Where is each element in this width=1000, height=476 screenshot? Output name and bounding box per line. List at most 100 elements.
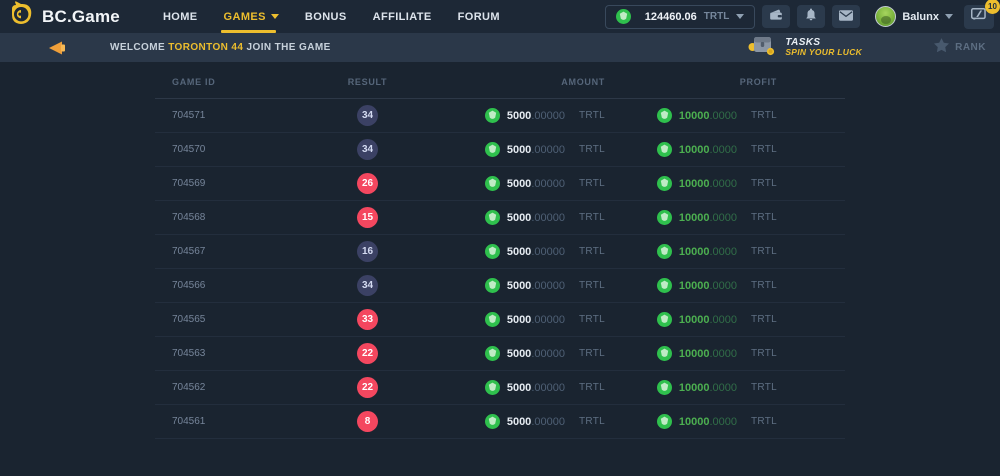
table-row[interactable]: 704568 15 5000.00000 TRTL 10000.0000 TRT…	[155, 201, 845, 235]
result-cell: 34	[310, 105, 425, 126]
profit-cell: 10000.0000 TRTL	[620, 210, 845, 225]
table-row[interactable]: 704570 34 5000.00000 TRTL 10000.0000 TRT…	[155, 133, 845, 167]
trtl-coin-icon	[657, 278, 672, 293]
amount-cell: 5000.00000 TRTL	[425, 244, 620, 259]
profit-currency: TRTL	[751, 382, 777, 393]
profit-decimals: .0000	[709, 280, 737, 292]
result-cell: 34	[310, 275, 425, 296]
profit-currency: TRTL	[751, 416, 777, 427]
amount-integer: 5000	[507, 416, 531, 428]
profit-cell: 10000.0000 TRTL	[620, 142, 845, 157]
amount-decimals: .00000	[531, 416, 565, 428]
profit-integer: 10000	[679, 348, 710, 360]
nav-games[interactable]: GAMES	[211, 0, 292, 33]
table-row[interactable]: 704562 22 5000.00000 TRTL 10000.0000 TRT…	[155, 371, 845, 405]
avatar	[875, 6, 896, 27]
messages-button[interactable]	[832, 5, 860, 28]
trtl-coin-icon	[657, 142, 672, 157]
amount-decimals: .00000	[531, 212, 565, 224]
trtl-coin-icon	[485, 108, 500, 123]
nav-bonus-label: BONUS	[305, 11, 347, 23]
megaphone-icon	[48, 41, 66, 55]
result-badge: 26	[357, 173, 378, 194]
amount-cell: 5000.00000 TRTL	[425, 414, 620, 429]
table-row[interactable]: 704567 16 5000.00000 TRTL 10000.0000 TRT…	[155, 235, 845, 269]
profit-currency: TRTL	[751, 246, 777, 257]
table-row[interactable]: 704571 34 5000.00000 TRTL 10000.0000 TRT…	[155, 99, 845, 133]
trtl-coin-icon	[657, 210, 672, 225]
rank-label: RANK	[955, 42, 986, 53]
chat-button[interactable]: 10	[964, 5, 994, 29]
trtl-coin-icon	[485, 142, 500, 157]
amount-cell: 5000.00000 TRTL	[425, 380, 620, 395]
profit-cell: 10000.0000 TRTL	[620, 244, 845, 259]
result-cell: 22	[310, 377, 425, 398]
trtl-coin-icon	[485, 210, 500, 225]
rank-link[interactable]: RANK	[934, 38, 986, 57]
game-id: 704568	[155, 212, 310, 223]
nav-bonus[interactable]: BONUS	[292, 0, 360, 33]
result-cell: 8	[310, 411, 425, 432]
banner-right: TASKS SPIN YOUR LUCK RANK	[748, 34, 990, 61]
profit-integer: 10000	[679, 280, 710, 292]
tasks-subtitle: SPIN YOUR LUCK	[785, 48, 862, 58]
topbar-right: 124460.06 TRTL Balunx	[605, 5, 994, 29]
column-header-game-id: GAME ID	[155, 77, 310, 87]
table-row[interactable]: 704569 26 5000.00000 TRTL 10000.0000 TRT…	[155, 167, 845, 201]
wallet-icon	[769, 8, 783, 26]
amount-integer: 5000	[507, 314, 531, 326]
profit-currency: TRTL	[751, 144, 777, 155]
result-cell: 16	[310, 241, 425, 262]
trtl-coin-icon	[485, 346, 500, 361]
amount-currency: TRTL	[579, 144, 605, 155]
chat-unread-badge: 10	[985, 0, 1000, 14]
result-badge: 34	[357, 275, 378, 296]
trtl-coin-icon	[485, 244, 500, 259]
game-history-table: GAME ID RESULT AMOUNT PROFIT 704571 34 5…	[155, 66, 845, 439]
amount-decimals: .00000	[531, 246, 565, 258]
profit-integer: 10000	[679, 110, 710, 122]
table-row[interactable]: 704565 33 5000.00000 TRTL 10000.0000 TRT…	[155, 303, 845, 337]
table-row[interactable]: 704566 34 5000.00000 TRTL 10000.0000 TRT…	[155, 269, 845, 303]
logo[interactable]: BC.Game	[8, 1, 120, 32]
tasks-link[interactable]: TASKS SPIN YOUR LUCK	[748, 34, 862, 61]
balance-selector[interactable]: 124460.06 TRTL	[605, 5, 756, 29]
nav-home-label: HOME	[163, 11, 198, 23]
column-header-profit: PROFIT	[620, 77, 845, 87]
trtl-coin-icon	[657, 414, 672, 429]
game-id: 704562	[155, 382, 310, 393]
profit-decimals: .0000	[709, 348, 737, 360]
result-cell: 26	[310, 173, 425, 194]
amount-integer: 5000	[507, 110, 531, 122]
profit-decimals: .0000	[709, 110, 737, 122]
trtl-coin-icon	[616, 9, 631, 24]
notifications-button[interactable]	[797, 5, 825, 28]
user-menu[interactable]: Balunx	[875, 6, 953, 27]
amount-decimals: .00000	[531, 314, 565, 326]
wallet-button[interactable]	[762, 5, 790, 28]
profit-decimals: .0000	[709, 416, 737, 428]
amount-decimals: .00000	[531, 348, 565, 360]
game-id: 704569	[155, 178, 310, 189]
profit-currency: TRTL	[751, 280, 777, 291]
nav-home[interactable]: HOME	[150, 0, 211, 33]
nav-forum[interactable]: FORUM	[445, 0, 513, 33]
table-row[interactable]: 704563 22 5000.00000 TRTL 10000.0000 TRT…	[155, 337, 845, 371]
profit-cell: 10000.0000 TRTL	[620, 312, 845, 327]
result-badge: 8	[357, 411, 378, 432]
nav-affiliate[interactable]: AFFILIATE	[360, 0, 445, 33]
amount-currency: TRTL	[579, 416, 605, 427]
table-body: 704571 34 5000.00000 TRTL 10000.0000 TRT…	[155, 99, 845, 439]
result-badge: 34	[357, 139, 378, 160]
chat-icon	[971, 8, 987, 26]
profit-cell: 10000.0000 TRTL	[620, 278, 845, 293]
table-row[interactable]: 704561 8 5000.00000 TRTL 10000.0000 TRTL	[155, 405, 845, 439]
column-header-amount: AMOUNT	[425, 77, 620, 87]
profit-integer: 10000	[679, 212, 710, 224]
balance-amount: 124460.06	[645, 11, 697, 23]
trtl-coin-icon	[657, 346, 672, 361]
result-badge: 22	[357, 377, 378, 398]
amount-currency: TRTL	[579, 348, 605, 359]
amount-decimals: .00000	[531, 280, 565, 292]
game-id: 704563	[155, 348, 310, 359]
